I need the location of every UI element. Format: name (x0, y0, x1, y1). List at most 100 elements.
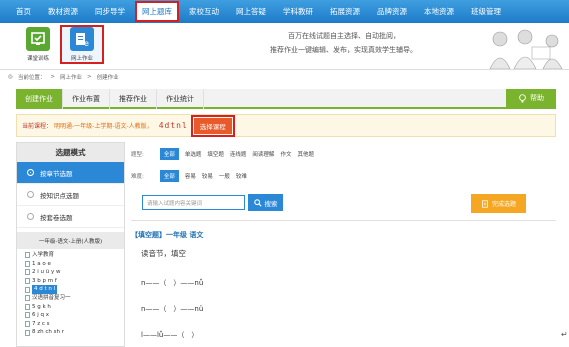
banner-slogan: 百万在线试题自主选择、自动批阅， 推荐作业一键编辑、发布，实现真效学生辅导。 (270, 29, 417, 57)
app-classroom-practice[interactable]: 课堂训练 (18, 27, 58, 62)
course-symbols: 4dtnl (158, 121, 188, 130)
difficulty-option[interactable]: 容易 (185, 172, 196, 180)
book-title: 一年级-语文-上册(人教版) (17, 232, 124, 249)
difficulty-filter-label: 难度: (131, 174, 144, 180)
mode-label: 按知识点选题 (40, 191, 79, 200)
choose-course-button[interactable]: 选择课程 (190, 114, 235, 137)
banner: 课堂训练 e 网上作业 百万在线试题自主选择、自动批阅， 推荐作业一键编辑、发布… (0, 23, 569, 70)
question-line: l——lǚ——（ ） (141, 331, 199, 339)
question-line: n——（ ）——nü (141, 305, 204, 313)
course-value: 明明通-一年级-上学期-语文-人教版， (54, 123, 153, 130)
nav-local-resources[interactable]: 本地资源 (424, 6, 454, 17)
tree-item[interactable]: 2 i u ü y w (25, 268, 124, 277)
type-filter-label: 题型: (131, 152, 144, 158)
mode-by-knowledge-point[interactable]: 按知识点选题 (17, 184, 124, 206)
nav-class-management[interactable]: 班级管理 (471, 6, 501, 17)
difficulty-option[interactable]: 较难 (236, 172, 247, 180)
tree-item-selected[interactable]: 4 d t n l (25, 285, 124, 294)
mode-label: 按套卷选题 (40, 213, 73, 222)
finish-label: 完成选题 (491, 201, 516, 208)
type-option-all[interactable]: 全部 (159, 148, 179, 160)
breadcrumb-item[interactable]: 网上作业 (60, 73, 82, 81)
nav-textbook-resources[interactable]: 教材资源 (48, 6, 78, 17)
divider (131, 220, 556, 221)
breadcrumb-item: 创建作业 (96, 75, 119, 81)
app-label: 网上作业 (70, 56, 93, 62)
tab-recommended-homework[interactable]: 推荐作业 (110, 89, 157, 109)
nav-online-qa[interactable]: 网上答疑 (236, 6, 266, 17)
tree-item[interactable]: 6 j q x (25, 311, 124, 320)
tree-item[interactable]: 1 a o e (25, 260, 124, 269)
file-icon (25, 295, 30, 302)
search-input[interactable]: 请输入试题内容关键词 (142, 195, 245, 210)
tree-item[interactable]: 入学教育 (25, 251, 124, 260)
tree-item[interactable]: 3 b p m f (25, 277, 124, 286)
tab-bar: 创建作业 作业布置 推荐作业 作业统计 帮助 (16, 89, 556, 109)
file-icon (25, 312, 30, 319)
tab-assign-homework[interactable]: 作业布置 (63, 89, 110, 109)
radio-icon (27, 169, 34, 176)
search-button[interactable]: 搜索 (248, 194, 283, 211)
question-text: 读音节，填空 (141, 249, 186, 258)
nav-brand-resources[interactable]: 品牌资源 (377, 6, 407, 17)
selection-mode-panel: 选题模式 按章节选题 按知识点选题 按套卷选题 一年级-语文-上册(人教版) 入… (16, 142, 125, 347)
type-filter-row: 题型: 全部 单选题 填空题 连线题 阅读理解 作文 其他题 (131, 148, 314, 160)
tree-item[interactable]: 8 zh ch sh r (25, 328, 124, 337)
radio-icon (27, 213, 34, 220)
file-icon (25, 286, 30, 293)
file-icon (25, 278, 30, 285)
tab-homework-stats[interactable]: 作业统计 (157, 89, 204, 109)
search-icon (253, 198, 262, 207)
svg-text:e: e (84, 39, 89, 47)
question-tag: 【填空题】一年级 语文 (131, 231, 204, 239)
tree-item[interactable]: 汉语拼音复习一 (25, 294, 124, 303)
file-icon (25, 303, 30, 310)
nav-home[interactable]: 首页 (16, 6, 31, 17)
nav-home-school[interactable]: 家校互动 (189, 6, 219, 17)
course-label: 当前课程： (22, 123, 53, 130)
type-option[interactable]: 其他题 (297, 150, 314, 158)
students-illustration (489, 29, 563, 69)
mode-label: 按章节选题 (40, 169, 73, 178)
type-option[interactable]: 单选题 (185, 150, 202, 158)
nav-sync-guide[interactable]: 同步导学 (95, 6, 125, 17)
mode-by-chapter[interactable]: 按章节选题 (17, 162, 124, 184)
breadcrumb-prefix: 当前位置： (17, 75, 46, 81)
tab-create-homework[interactable]: 创建作业 (16, 89, 63, 109)
question-line: n——（ ）——nǚ (141, 279, 204, 287)
difficulty-filter-row: 难度: 全部 容易 较易 一般 较难 (131, 170, 247, 182)
location-icon: ◎ (8, 74, 13, 80)
doc-icon (482, 199, 488, 208)
app-online-homework[interactable]: e 网上作业 (60, 25, 104, 64)
finish-selection-button[interactable]: 完成选题 (471, 194, 526, 213)
mode-by-paper[interactable]: 按套卷选题 (17, 206, 124, 228)
difficulty-option[interactable]: 一般 (219, 172, 230, 180)
type-option[interactable]: 填空题 (207, 150, 224, 158)
tree-item[interactable]: 7 z c s (25, 320, 124, 329)
type-option[interactable]: 作文 (280, 150, 291, 158)
file-icon (25, 329, 30, 336)
nav-online-question-bank[interactable]: 网上题库 (135, 1, 179, 22)
help-icon (519, 93, 526, 103)
current-course-bar: 当前课程： 明明通-一年级-上学期-语文-人教版， 4dtnl 选择课程 (16, 114, 556, 137)
help-button[interactable]: 帮助 (506, 89, 556, 107)
app-label: 课堂训练 (26, 56, 49, 62)
file-icon (25, 260, 30, 267)
panel-title: 选题模式 (17, 143, 124, 162)
difficulty-option-all[interactable]: 全部 (159, 170, 179, 182)
difficulty-option[interactable]: 较易 (202, 172, 213, 180)
tree-item[interactable]: 5 g k h (25, 303, 124, 312)
file-icon (25, 252, 30, 259)
type-option[interactable]: 阅读理解 (252, 150, 274, 158)
return-arrow-icon: ↵ (561, 330, 568, 339)
nav-extended-resources[interactable]: 拓展资源 (330, 6, 360, 17)
type-option[interactable]: 连线题 (230, 150, 247, 158)
file-icon (25, 269, 30, 276)
search-button-label: 搜索 (264, 199, 278, 208)
slogan-line-2: 推荐作业一键编辑、发布，实现真效学生辅导。 (270, 46, 417, 54)
slogan-line-1: 百万在线试题自主选择、自动批阅， (288, 32, 400, 40)
online-homework-icon: e (70, 27, 94, 51)
nav-teaching-research[interactable]: 学科教研 (283, 6, 313, 17)
breadcrumb: ◎ 当前位置： > 网上作业 > 创建作业 (8, 73, 119, 81)
file-icon (25, 321, 30, 328)
